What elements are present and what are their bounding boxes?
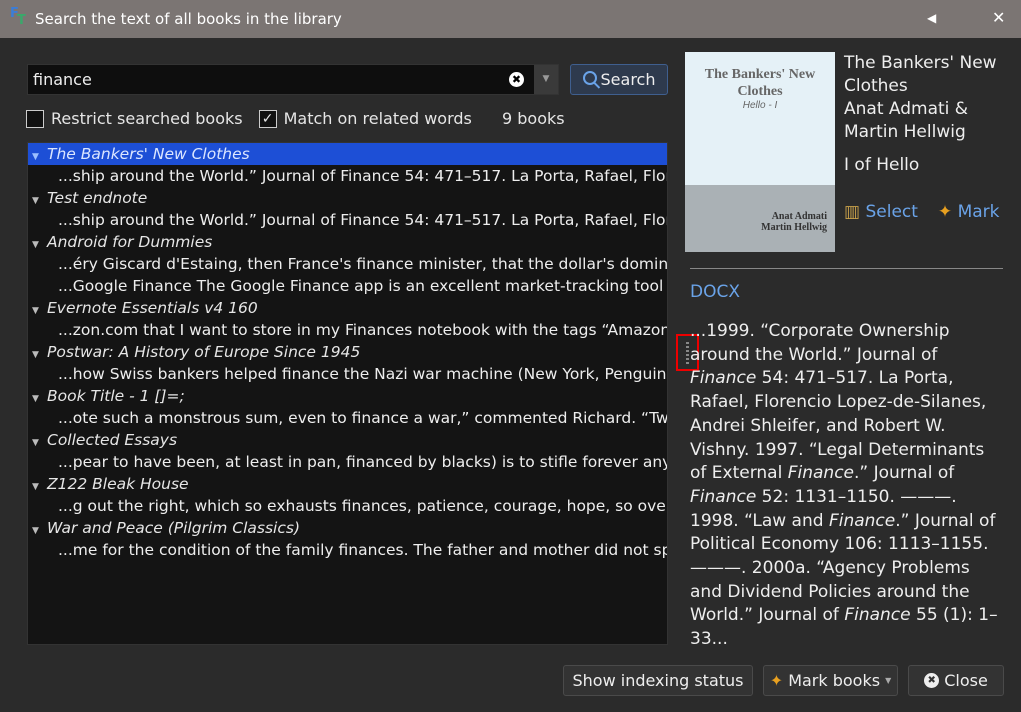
result-excerpt-row[interactable]: ...ship around the World.” Journal of Fi… xyxy=(28,209,667,231)
indexing-label: Show indexing status xyxy=(572,671,744,690)
excerpt-text: .” Journal of xyxy=(854,463,955,484)
collapse-icon[interactable]: ◀ xyxy=(927,11,936,25)
book-title: Collected Essays xyxy=(47,431,178,449)
result-excerpt-row[interactable]: ...g out the right, which so exhausts fi… xyxy=(28,495,667,517)
expand-arrow-icon[interactable]: ▼ xyxy=(32,190,47,209)
expand-arrow-icon[interactable]: ▼ xyxy=(32,432,47,451)
show-indexing-status-button[interactable]: Show indexing status xyxy=(563,665,753,696)
excerpt-text: ...1999. “Corporate Ownership around the… xyxy=(690,321,950,365)
expand-arrow-icon[interactable]: ▼ xyxy=(32,146,47,165)
result-book[interactable]: ▼ Book Title - 1 []=; xyxy=(28,385,667,407)
excerpt-text: Finance xyxy=(690,486,757,507)
excerpt-text: Finance xyxy=(787,463,855,484)
cover-title: The Bankers' New Clothes xyxy=(704,67,816,99)
result-book[interactable]: ▼ Android for Dummies xyxy=(28,231,667,253)
result-book[interactable]: ▼ War and Peace (Pilgrim Classics) xyxy=(28,517,667,539)
book-title: Android for Dummies xyxy=(47,233,213,251)
result-book[interactable]: ▼ Evernote Essentials v4 160 xyxy=(28,297,667,319)
book-title: Evernote Essentials v4 160 xyxy=(47,299,258,317)
result-excerpt-row[interactable]: ...ship around the World.” Journal of Fi… xyxy=(28,165,667,187)
result-book[interactable]: ▼ Postwar: A History of Europe Since 1945 xyxy=(28,341,667,363)
result-excerpt-row[interactable]: ...Google Finance The Google Finance app… xyxy=(28,275,667,297)
cover-series: Hello - I xyxy=(742,100,778,111)
books-icon: ▥ xyxy=(844,202,861,222)
book-title: Postwar: A History of Europe Since 1945 xyxy=(47,343,361,361)
book-authors: Anat Admati & Martin Hellwig xyxy=(844,99,969,142)
result-book[interactable]: ▼ Test endnote xyxy=(28,187,667,209)
expand-arrow-icon[interactable]: ▼ xyxy=(32,300,47,319)
result-book[interactable]: ▼ The Bankers' New Clothes xyxy=(28,143,667,165)
search-options: Restrict searched books ✓ Match on relat… xyxy=(26,109,472,128)
result-excerpt: ...1999. “Corporate Ownership around the… xyxy=(690,320,1005,652)
search-button[interactable]: Search xyxy=(570,64,668,95)
cover-author: Anat Admati xyxy=(771,211,827,222)
book-series: I of Hello xyxy=(844,155,920,175)
close-window-icon[interactable]: ✕ xyxy=(992,8,1005,27)
divider xyxy=(690,268,1003,269)
match-related-checkbox[interactable]: ✓ xyxy=(258,109,277,128)
excerpt-text: Finance xyxy=(828,510,896,531)
close-circle-icon: ✖ xyxy=(924,673,940,688)
book-title: Test endnote xyxy=(47,189,148,207)
result-book[interactable]: ▼ Collected Essays xyxy=(28,429,667,451)
book-title: The Bankers' New Clothes xyxy=(47,145,250,163)
mark-link[interactable]: ✦ Mark xyxy=(938,202,1000,222)
results-list[interactable]: ▼ The Bankers' New Clothes ...ship around … xyxy=(27,142,668,645)
window-title: Search the text of all books in the libr… xyxy=(35,10,342,28)
match-related-label[interactable]: Match on related words xyxy=(284,109,472,128)
restrict-checkbox[interactable] xyxy=(26,109,44,128)
expand-arrow-icon[interactable]: ▼ xyxy=(32,234,47,253)
close-label: Close xyxy=(944,671,988,690)
dropdown-arrow-icon: ▼ xyxy=(885,676,892,685)
expand-arrow-icon[interactable]: ▼ xyxy=(32,388,47,407)
select-link[interactable]: ▥ Select xyxy=(844,202,918,222)
expand-arrow-icon[interactable]: ▼ xyxy=(32,476,47,495)
result-excerpt-row[interactable]: ...me for the condition of the family fi… xyxy=(28,539,667,561)
close-button[interactable]: ✖ Close xyxy=(908,665,1004,696)
book-title: Z122 Bleak House xyxy=(47,475,189,493)
expand-arrow-icon[interactable]: ▼ xyxy=(32,520,47,539)
app-logo-icon: FT xyxy=(10,6,26,28)
result-count: 9 books xyxy=(502,109,565,128)
excerpt-text: Finance xyxy=(844,605,911,626)
pin-icon: ✦ xyxy=(937,202,953,222)
mark-label: Mark xyxy=(957,202,1000,222)
book-title: Book Title - 1 []=; xyxy=(47,387,185,405)
result-excerpt-row[interactable]: ...zon.com that I want to store in my Fi… xyxy=(28,319,667,341)
book-cover: The Bankers' New Clothes Hello - I Anat … xyxy=(685,52,835,252)
book-title: The Bankers' New Clothes xyxy=(844,53,997,96)
expand-arrow-icon[interactable]: ▼ xyxy=(32,344,47,363)
mark-books-button[interactable]: ✦ Mark books ▼ xyxy=(763,665,898,696)
pin-icon: ✦ xyxy=(769,671,784,690)
result-excerpt-row[interactable]: ...éry Giscard d'Estaing, then France's … xyxy=(28,253,667,275)
history-dropdown-button[interactable]: ▼ xyxy=(534,65,558,94)
search-input[interactable] xyxy=(28,70,498,89)
book-title: War and Peace (Pilgrim Classics) xyxy=(47,519,301,537)
search-button-label: Search xyxy=(600,70,656,89)
search-icon xyxy=(582,71,597,85)
title-bar: FT Search the text of all books in the l… xyxy=(0,0,1021,38)
result-excerpt-row[interactable]: ...ote such a monstrous sum, even to fin… xyxy=(28,407,667,429)
mark-books-label: Mark books xyxy=(788,671,881,690)
result-book[interactable]: ▼ Z122 Bleak House xyxy=(28,473,667,495)
cover-author: Martin Hellwig xyxy=(761,222,827,233)
restrict-label[interactable]: Restrict searched books xyxy=(51,109,243,128)
select-label: Select xyxy=(865,202,918,222)
excerpt-text: Finance xyxy=(690,368,757,389)
clear-icon[interactable]: ✖ xyxy=(509,72,524,87)
search-field[interactable]: ✖ ▼ xyxy=(27,64,559,95)
format-link[interactable]: DOCX xyxy=(690,282,740,302)
result-excerpt-row[interactable]: ...how Swiss bankers helped finance the … xyxy=(28,363,667,385)
result-excerpt-row[interactable]: ...pear to have been, at least in pan, f… xyxy=(28,451,667,473)
